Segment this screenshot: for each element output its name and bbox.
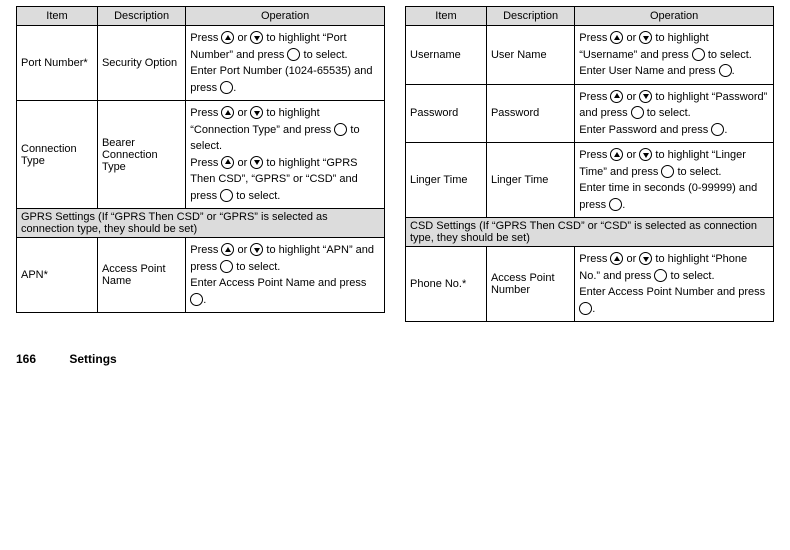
table-row: Port Number*Security OptionPress or to h… bbox=[17, 26, 385, 101]
item-cell: Port Number* bbox=[17, 26, 98, 101]
down-arrow-icon bbox=[250, 156, 263, 169]
header-operation: Operation bbox=[575, 7, 774, 26]
section-title: Settings bbox=[69, 352, 116, 366]
left-table: Item Description Operation Port Number*S… bbox=[16, 6, 385, 313]
description-cell: Access Point Number bbox=[486, 247, 574, 322]
up-arrow-icon bbox=[610, 148, 623, 161]
ok-button-icon bbox=[334, 123, 347, 136]
item-cell: Username bbox=[406, 26, 487, 85]
right-table: Item Description Operation UsernameUser … bbox=[405, 6, 774, 322]
ok-button-icon bbox=[631, 106, 644, 119]
description-cell: Security Option bbox=[97, 26, 185, 101]
ok-button-icon bbox=[220, 81, 233, 94]
operation-cell: Press or to highlight “Password” and pre… bbox=[575, 84, 774, 143]
ok-button-icon bbox=[692, 48, 705, 61]
up-arrow-icon bbox=[610, 252, 623, 265]
up-arrow-icon bbox=[221, 243, 234, 256]
operation-cell: Press or to highlight “Port Number” and … bbox=[186, 26, 385, 101]
ok-button-icon bbox=[654, 269, 667, 282]
operation-cell: Press or to highlight “Connection Type” … bbox=[186, 101, 385, 209]
ok-button-icon bbox=[719, 64, 732, 77]
operation-cell: Press or to highlight “Linger Time” and … bbox=[575, 143, 774, 218]
ok-button-icon bbox=[609, 198, 622, 211]
description-cell: Linger Time bbox=[486, 143, 574, 218]
up-arrow-icon bbox=[610, 31, 623, 44]
ok-button-icon bbox=[190, 293, 203, 306]
up-arrow-icon bbox=[610, 90, 623, 103]
description-cell: User Name bbox=[486, 26, 574, 85]
up-arrow-icon bbox=[221, 31, 234, 44]
item-cell: Password bbox=[406, 84, 487, 143]
description-cell: Bearer Connection Type bbox=[97, 101, 185, 209]
ok-button-icon bbox=[287, 48, 300, 61]
header-description: Description bbox=[486, 7, 574, 26]
description-cell: Password bbox=[486, 84, 574, 143]
table-row: Linger TimeLinger TimePress or to highli… bbox=[406, 143, 774, 218]
ok-button-icon bbox=[579, 302, 592, 315]
table-row: Phone No.*Access Point NumberPress or to… bbox=[406, 247, 774, 322]
table-header-row: Item Description Operation bbox=[17, 7, 385, 26]
table-row: Connection TypeBearer Connection TypePre… bbox=[17, 101, 385, 209]
table-header-row: Item Description Operation bbox=[406, 7, 774, 26]
ok-button-icon bbox=[661, 165, 674, 178]
section-label: CSD Settings (If “GPRS Then CSD” or “CSD… bbox=[406, 218, 774, 247]
section-row: CSD Settings (If “GPRS Then CSD” or “CSD… bbox=[406, 218, 774, 247]
operation-cell: Press or to highlight “Username” and pre… bbox=[575, 26, 774, 85]
table-row: APN*Access Point NamePress or to highlig… bbox=[17, 238, 385, 313]
item-cell: Connection Type bbox=[17, 101, 98, 209]
table-row: PasswordPasswordPress or to highlight “P… bbox=[406, 84, 774, 143]
down-arrow-icon bbox=[639, 90, 652, 103]
operation-cell: Press or to highlight “APN” and press to… bbox=[186, 238, 385, 313]
down-arrow-icon bbox=[250, 243, 263, 256]
table-row: UsernameUser NamePress or to highlight “… bbox=[406, 26, 774, 85]
header-description: Description bbox=[97, 7, 185, 26]
item-cell: Linger Time bbox=[406, 143, 487, 218]
header-operation: Operation bbox=[186, 7, 385, 26]
operation-cell: Press or to highlight “Phone No.” and pr… bbox=[575, 247, 774, 322]
down-arrow-icon bbox=[639, 252, 652, 265]
page-footer: 166 Settings bbox=[16, 352, 774, 366]
header-item: Item bbox=[17, 7, 98, 26]
down-arrow-icon bbox=[639, 31, 652, 44]
section-row: GPRS Settings (If “GPRS Then CSD” or “GP… bbox=[17, 209, 385, 238]
up-arrow-icon bbox=[221, 156, 234, 169]
item-cell: APN* bbox=[17, 238, 98, 313]
down-arrow-icon bbox=[250, 106, 263, 119]
down-arrow-icon bbox=[639, 148, 652, 161]
up-arrow-icon bbox=[221, 106, 234, 119]
item-cell: Phone No.* bbox=[406, 247, 487, 322]
down-arrow-icon bbox=[250, 31, 263, 44]
ok-button-icon bbox=[711, 123, 724, 136]
header-item: Item bbox=[406, 7, 487, 26]
section-label: GPRS Settings (If “GPRS Then CSD” or “GP… bbox=[17, 209, 385, 238]
ok-button-icon bbox=[220, 260, 233, 273]
page-number: 166 bbox=[16, 352, 36, 366]
ok-button-icon bbox=[220, 189, 233, 202]
description-cell: Access Point Name bbox=[97, 238, 185, 313]
